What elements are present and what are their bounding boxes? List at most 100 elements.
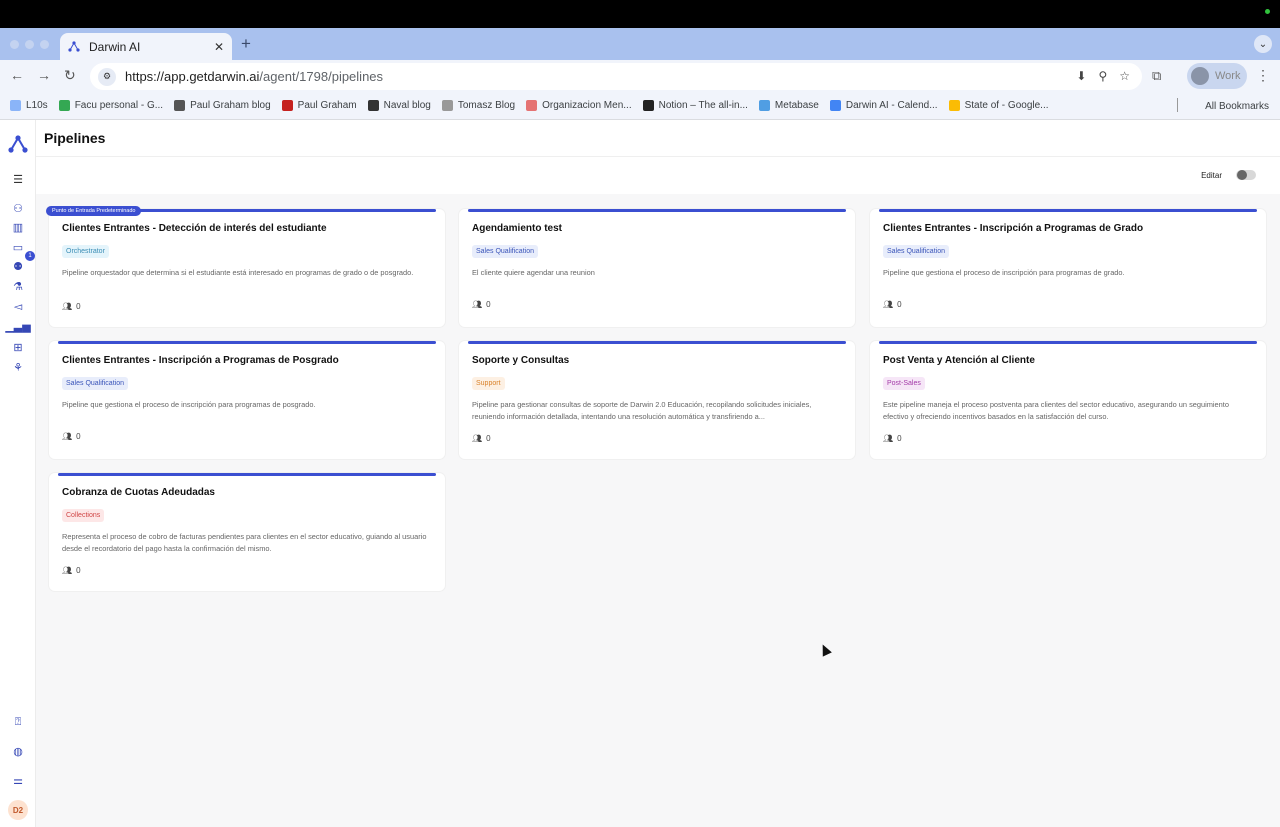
- app-area: ☰ ⚇ ▥ ▭ ⚉ 1 ⚗ ◅ ▁▃▅ ⊞ ⚘ ⍰ ◍ ⚌ D2 Pipelin…: [0, 120, 1280, 827]
- bookmark-label: Organizacion Men...: [542, 100, 632, 111]
- site-settings-icon[interactable]: ⚙: [98, 67, 116, 86]
- install-app-icon[interactable]: ⬇: [1076, 69, 1086, 83]
- bookmark-item[interactable]: Paul Graham: [281, 100, 357, 111]
- pipeline-card[interactable]: Clientes Entrantes - Inscripción a Progr…: [49, 341, 445, 459]
- card-accent-bar: [468, 209, 846, 212]
- darwin-logo-icon[interactable]: [8, 135, 28, 155]
- bookmark-item[interactable]: State of - Google...: [948, 100, 1049, 111]
- all-bookmarks-button[interactable]: All Bookmarks: [1205, 101, 1269, 112]
- integrations-icon[interactable]: ⊞: [11, 340, 25, 354]
- bookmark-label: Darwin AI - Calend...: [845, 100, 938, 111]
- board-icon[interactable]: ▥: [11, 220, 25, 234]
- bookmark-label: Facu personal - G...: [74, 100, 164, 111]
- bookmark-icon: [367, 100, 379, 111]
- bookmark-icon: [441, 100, 453, 111]
- users-icon: 👥︎: [883, 434, 894, 443]
- minimize-window-icon[interactable]: [25, 40, 34, 49]
- bookmark-item[interactable]: L10s: [10, 100, 48, 111]
- contacts-icon[interactable]: ⚉: [11, 259, 25, 273]
- chat-icon[interactable]: ▭: [11, 240, 25, 254]
- profile-label: Work: [1215, 70, 1241, 82]
- support-icon[interactable]: ⍰: [11, 715, 25, 729]
- bookmark-item[interactable]: Facu personal - G...: [58, 100, 164, 111]
- bookmark-label: L10s: [26, 100, 48, 111]
- user-count-value: 0: [486, 300, 491, 309]
- pipeline-tag: Orchestrator: [62, 245, 109, 258]
- pipeline-user-count: 👥︎ 0: [62, 302, 81, 311]
- user-count-value: 0: [76, 566, 81, 575]
- browser-tab[interactable]: Darwin AI ✕: [60, 33, 232, 60]
- page-title: Pipelines: [44, 130, 106, 146]
- pipeline-user-count: 👥︎ 0: [883, 434, 902, 443]
- profile-avatar: [1191, 67, 1209, 85]
- pipeline-card[interactable]: Post Venta y Atención al Cliente Post-Sal…: [870, 341, 1266, 459]
- bookmark-icon: [526, 100, 538, 111]
- pipeline-user-count: 👥︎ 0: [883, 300, 902, 309]
- browser-menu-icon[interactable]: ⋮: [1256, 67, 1270, 84]
- address-bar[interactable]: ⚙ https://app.getdarwin.ai/agent/1798/pi…: [90, 63, 1142, 90]
- pipeline-card[interactable]: Cobranza de Cuotas Adeudadas Collections R…: [49, 473, 445, 591]
- back-icon[interactable]: ←: [10, 67, 24, 83]
- navigation-bar: ← → ↻ ⚙ https://app.getdarwin.ai/agent/1…: [0, 60, 1280, 92]
- bookmark-star-icon[interactable]: ☆: [1119, 69, 1130, 83]
- bookmark-item[interactable]: Organizacion Men...: [526, 100, 632, 111]
- zoom-window-icon[interactable]: [40, 40, 49, 49]
- pipeline-card[interactable]: Clientes Entrantes - Inscripción a Progr…: [870, 209, 1266, 327]
- bookmark-icon: [829, 100, 841, 111]
- pipeline-description: Este pipeline maneja el proceso postvent…: [883, 400, 1229, 422]
- pipeline-card[interactable]: Agendamiento test Sales Qualification El c…: [459, 209, 855, 327]
- bookmark-item[interactable]: Darwin AI - Calend...: [829, 100, 938, 111]
- recording-indicator-icon: [1265, 9, 1270, 14]
- settings-sliders-icon[interactable]: ⚌: [11, 773, 25, 787]
- pipeline-description: Representa el proceso de cobro de factur…: [62, 532, 427, 554]
- pipeline-title: Post Venta y Atención al Cliente: [883, 355, 1035, 366]
- pipeline-tag: Collections: [62, 509, 105, 522]
- pipeline-user-count: 👥︎ 0: [62, 566, 81, 575]
- analytics-icon[interactable]: ▁▃▅: [5, 319, 30, 333]
- extensions-icon[interactable]: ⧉: [1152, 68, 1161, 84]
- bookmark-item[interactable]: Metabase: [758, 100, 819, 111]
- pipeline-description: Pipeline para gestionar consultas de sop…: [472, 400, 812, 422]
- menu-icon[interactable]: ☰: [11, 172, 25, 186]
- bookmark-item[interactable]: Naval blog: [367, 100, 431, 111]
- user-count-value: 0: [897, 300, 902, 309]
- close-window-icon[interactable]: [10, 40, 19, 49]
- close-tab-icon[interactable]: ✕: [214, 40, 224, 54]
- card-accent-bar: [58, 341, 436, 344]
- pipeline-title: Clientes Entrantes - Detección de interé…: [62, 223, 327, 234]
- pipeline-description: Pipeline que gestiona el proceso de insc…: [62, 400, 316, 409]
- globe-icon[interactable]: ◍: [11, 744, 25, 758]
- megaphone-icon[interactable]: ◅: [11, 299, 25, 313]
- edit-toggle[interactable]: [1236, 170, 1256, 180]
- zoom-icon[interactable]: ⚲: [1098, 69, 1107, 83]
- users-icon: 👥︎: [62, 566, 73, 575]
- bookmark-label: Tomasz Blog: [457, 100, 516, 111]
- new-tab-icon[interactable]: +: [241, 34, 251, 54]
- pipeline-description: Pipeline que gestiona el proceso de insc…: [883, 268, 1125, 277]
- bookmark-label: State of - Google...: [964, 100, 1049, 111]
- pipelines-icon[interactable]: ⚘: [11, 360, 25, 374]
- pipeline-card[interactable]: Clientes Entrantes - Detección de interé…: [49, 209, 445, 327]
- edit-toolbar: Editar: [36, 157, 1280, 194]
- pipeline-card[interactable]: Soporte y Consultas Support Pipeline para …: [459, 341, 855, 459]
- user-count-value: 0: [897, 434, 902, 443]
- user-avatar[interactable]: D2: [8, 800, 28, 820]
- pipeline-user-count: 👥︎ 0: [472, 300, 491, 309]
- users-icon: 👥︎: [62, 302, 73, 311]
- bookmark-label: Paul Graham blog: [190, 100, 271, 111]
- lab-icon[interactable]: ⚗: [11, 279, 25, 293]
- profile-button[interactable]: Work: [1187, 63, 1247, 89]
- bookmark-item[interactable]: Paul Graham blog: [174, 100, 271, 111]
- pipeline-tag: Post-Sales: [883, 377, 925, 390]
- agent-icon[interactable]: ⚇: [11, 201, 25, 215]
- pipeline-description: El cliente quiere agendar una reunion: [472, 268, 595, 277]
- screen-top-bar: [0, 0, 1280, 28]
- bookmark-item[interactable]: Tomasz Blog: [441, 100, 516, 111]
- reload-icon[interactable]: ↻: [64, 67, 76, 84]
- forward-icon[interactable]: →: [37, 67, 51, 83]
- user-count-value: 0: [486, 434, 491, 443]
- bookmark-icon: [948, 100, 960, 111]
- toggle-knob: [1237, 170, 1247, 180]
- tab-search-icon[interactable]: ⌄: [1254, 35, 1272, 53]
- bookmark-item[interactable]: Notion – The all-in...: [642, 100, 748, 111]
